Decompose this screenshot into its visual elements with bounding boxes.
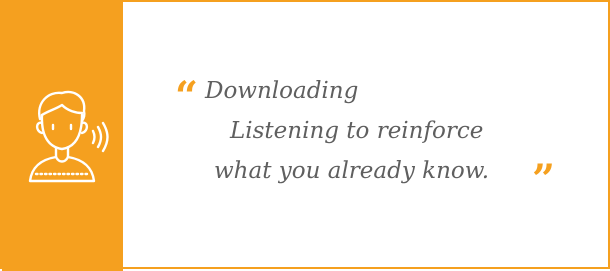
quote-block: “ Downloading Listening to reinforce wha… [2, 2, 610, 271]
quote-card: “ Downloading Listening to reinforce wha… [0, 0, 610, 271]
quote-line-1: Downloading [205, 78, 359, 104]
open-quote-mark: “ [175, 73, 199, 120]
quote-line-3: what you already know. [214, 158, 490, 184]
quote-line-2: Listening to reinforce [230, 118, 484, 144]
close-quote-mark: ” [532, 156, 556, 203]
